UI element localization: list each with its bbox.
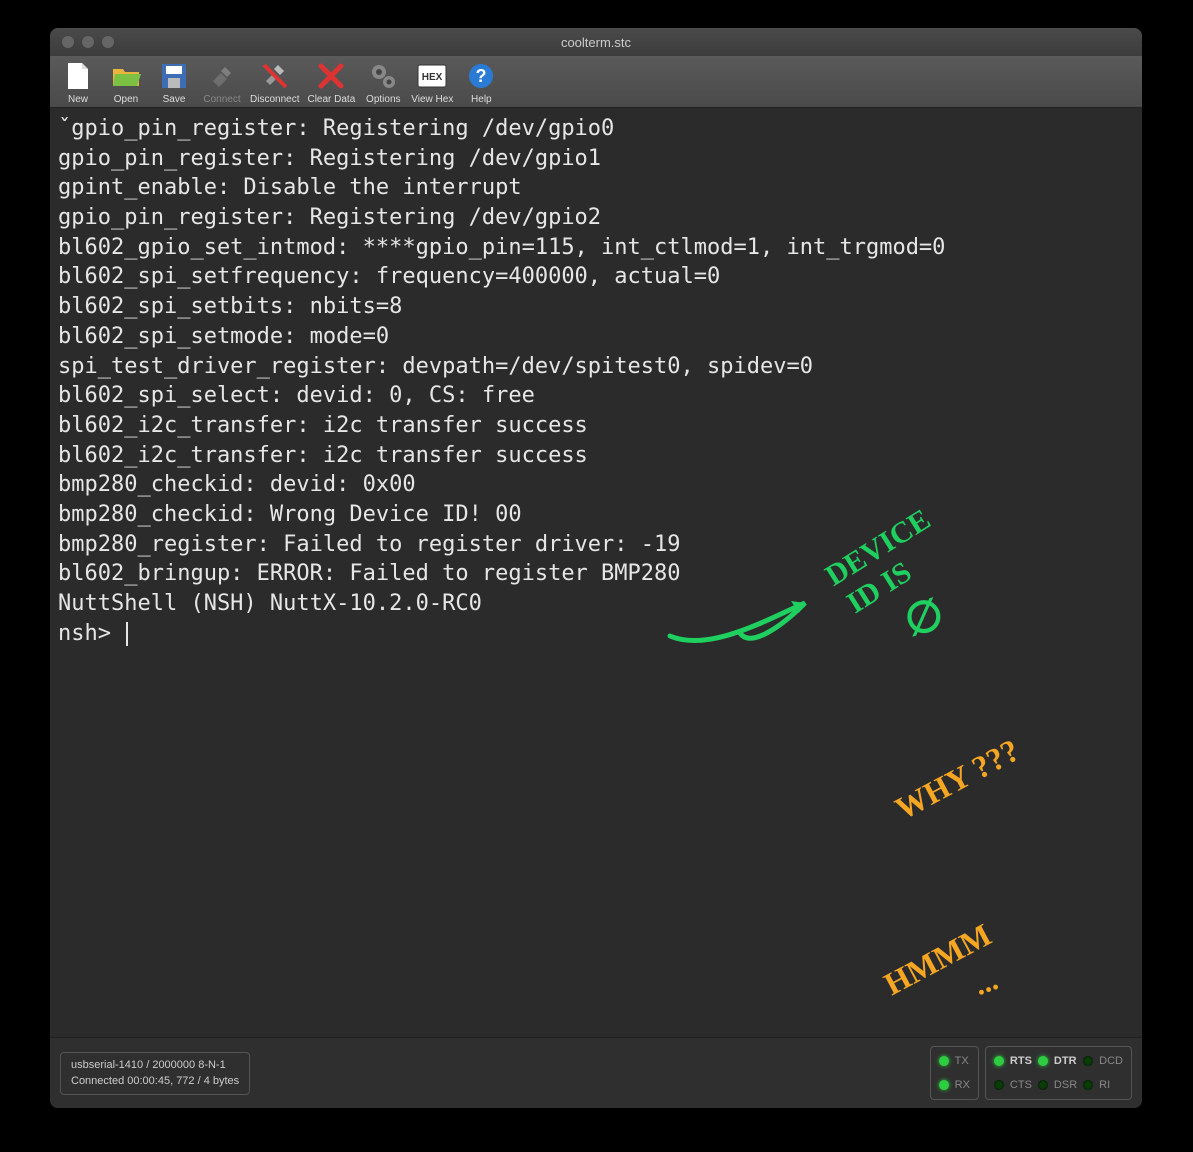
led-tx-label: TX xyxy=(955,1055,970,1067)
open-button[interactable]: Open xyxy=(106,60,146,105)
zoom-icon[interactable] xyxy=(102,36,114,48)
floppy-icon xyxy=(158,60,190,92)
clear-data-label: Clear Data xyxy=(307,94,355,105)
status-connection: Connected 00:00:45, 772 / 4 bytes xyxy=(71,1073,239,1090)
terminal-line: bl602_spi_setfrequency: frequency=400000… xyxy=(58,262,1134,292)
terminal-line: gpio_pin_register: Registering /dev/gpio… xyxy=(58,203,1134,233)
led-group-txrx: TX RX xyxy=(930,1046,979,1100)
window-title: coolterm.stc xyxy=(50,35,1142,50)
cursor xyxy=(126,622,128,646)
close-icon[interactable] xyxy=(62,36,74,48)
terminal-line: bl602_spi_select: devid: 0, CS: free xyxy=(58,381,1134,411)
terminal-line: bl602_bringup: ERROR: Failed to register… xyxy=(58,559,1134,589)
terminal-line: bmp280_checkid: Wrong Device ID! 00 xyxy=(58,500,1134,530)
disconnect-label: Disconnect xyxy=(250,94,299,105)
terminal-line: NuttShell (NSH) NuttX-10.2.0-RC0 xyxy=(58,589,1134,619)
titlebar: coolterm.stc xyxy=(50,28,1142,56)
options-label: Options xyxy=(366,94,400,105)
terminal-output[interactable]: ˇgpio_pin_register: Registering /dev/gpi… xyxy=(50,108,1142,1037)
led-rx xyxy=(939,1080,949,1090)
led-rx-label: RX xyxy=(955,1079,970,1091)
terminal-line: bmp280_checkid: devid: 0x00 xyxy=(58,470,1134,500)
save-button[interactable]: Save xyxy=(154,60,194,105)
terminal-line: bmp280_register: Failed to register driv… xyxy=(58,530,1134,560)
terminal-line: gpint_enable: Disable the interrupt xyxy=(58,173,1134,203)
options-button[interactable]: Options xyxy=(363,60,403,105)
view-hex-button[interactable]: HEX View Hex xyxy=(411,60,453,105)
new-label: New xyxy=(68,94,88,105)
led-ri-label: RI xyxy=(1099,1079,1123,1091)
terminal-line: spi_test_driver_register: devpath=/dev/s… xyxy=(58,352,1134,382)
file-icon xyxy=(62,60,94,92)
annotation-hmmm: HMMM xyxy=(877,913,999,1005)
annotation-why: WHY ??? xyxy=(888,729,1027,830)
led-dcd-label: DCD xyxy=(1099,1055,1123,1067)
led-tx xyxy=(939,1056,949,1066)
terminal-line: gpio_pin_register: Registering /dev/gpio… xyxy=(58,144,1134,174)
led-rts-label: RTS xyxy=(1010,1055,1032,1067)
gear-icon xyxy=(367,60,399,92)
plug-icon xyxy=(206,60,238,92)
folder-open-icon xyxy=(110,60,142,92)
led-dsr-label: DSR xyxy=(1054,1079,1077,1091)
toolbar: New Open Save Connect Disconnect xyxy=(50,56,1142,108)
clear-data-button[interactable]: Clear Data xyxy=(307,60,355,105)
terminal-line: bl602_gpio_set_intmod: ****gpio_pin=115,… xyxy=(58,233,1134,263)
help-button[interactable]: ? Help xyxy=(461,60,501,105)
statusbar: usbserial-1410 / 2000000 8-N-1 Connected… xyxy=(50,1037,1142,1108)
led-cts xyxy=(994,1080,1004,1090)
led-cts-label: CTS xyxy=(1010,1079,1032,1091)
terminal-line: nsh> xyxy=(58,619,1134,649)
terminal-line: bl602_spi_setmode: mode=0 xyxy=(58,322,1134,352)
connect-button: Connect xyxy=(202,60,242,105)
new-button[interactable]: New xyxy=(58,60,98,105)
svg-text:?: ? xyxy=(476,66,487,86)
minimize-icon[interactable] xyxy=(82,36,94,48)
terminal-text: ˇgpio_pin_register: Registering /dev/gpi… xyxy=(58,114,1134,648)
hex-icon: HEX xyxy=(416,60,448,92)
annotation-dots: ... xyxy=(969,960,1004,1006)
open-label: Open xyxy=(114,94,138,105)
status-connection-info: usbserial-1410 / 2000000 8-N-1 Connected… xyxy=(60,1052,250,1095)
led-ri xyxy=(1083,1080,1093,1090)
clear-icon xyxy=(315,60,347,92)
view-hex-label: View Hex xyxy=(411,94,453,105)
save-label: Save xyxy=(163,94,186,105)
status-port: usbserial-1410 / 2000000 8-N-1 xyxy=(71,1057,239,1074)
led-dtr-label: DTR xyxy=(1054,1055,1077,1067)
disconnect-button[interactable]: Disconnect xyxy=(250,60,299,105)
led-rts xyxy=(994,1056,1004,1066)
help-icon: ? xyxy=(465,60,497,92)
traffic-lights xyxy=(50,36,114,48)
led-dcd xyxy=(1083,1056,1093,1066)
svg-text:HEX: HEX xyxy=(422,72,443,83)
disconnect-icon xyxy=(259,60,291,92)
led-dtr xyxy=(1038,1056,1048,1066)
terminal-line: bl602_i2c_transfer: i2c transfer success xyxy=(58,411,1134,441)
terminal-line: bl602_spi_setbits: nbits=8 xyxy=(58,292,1134,322)
help-label: Help xyxy=(471,94,492,105)
led-dsr xyxy=(1038,1080,1048,1090)
terminal-line: ˇgpio_pin_register: Registering /dev/gpi… xyxy=(58,114,1134,144)
app-window: coolterm.stc New Open Save Connect xyxy=(50,28,1142,1108)
terminal-line: bl602_i2c_transfer: i2c transfer success xyxy=(58,441,1134,471)
led-group-handshake: RTS DTR DCD CTS DSR RI xyxy=(985,1046,1132,1100)
connect-label: Connect xyxy=(203,94,240,105)
